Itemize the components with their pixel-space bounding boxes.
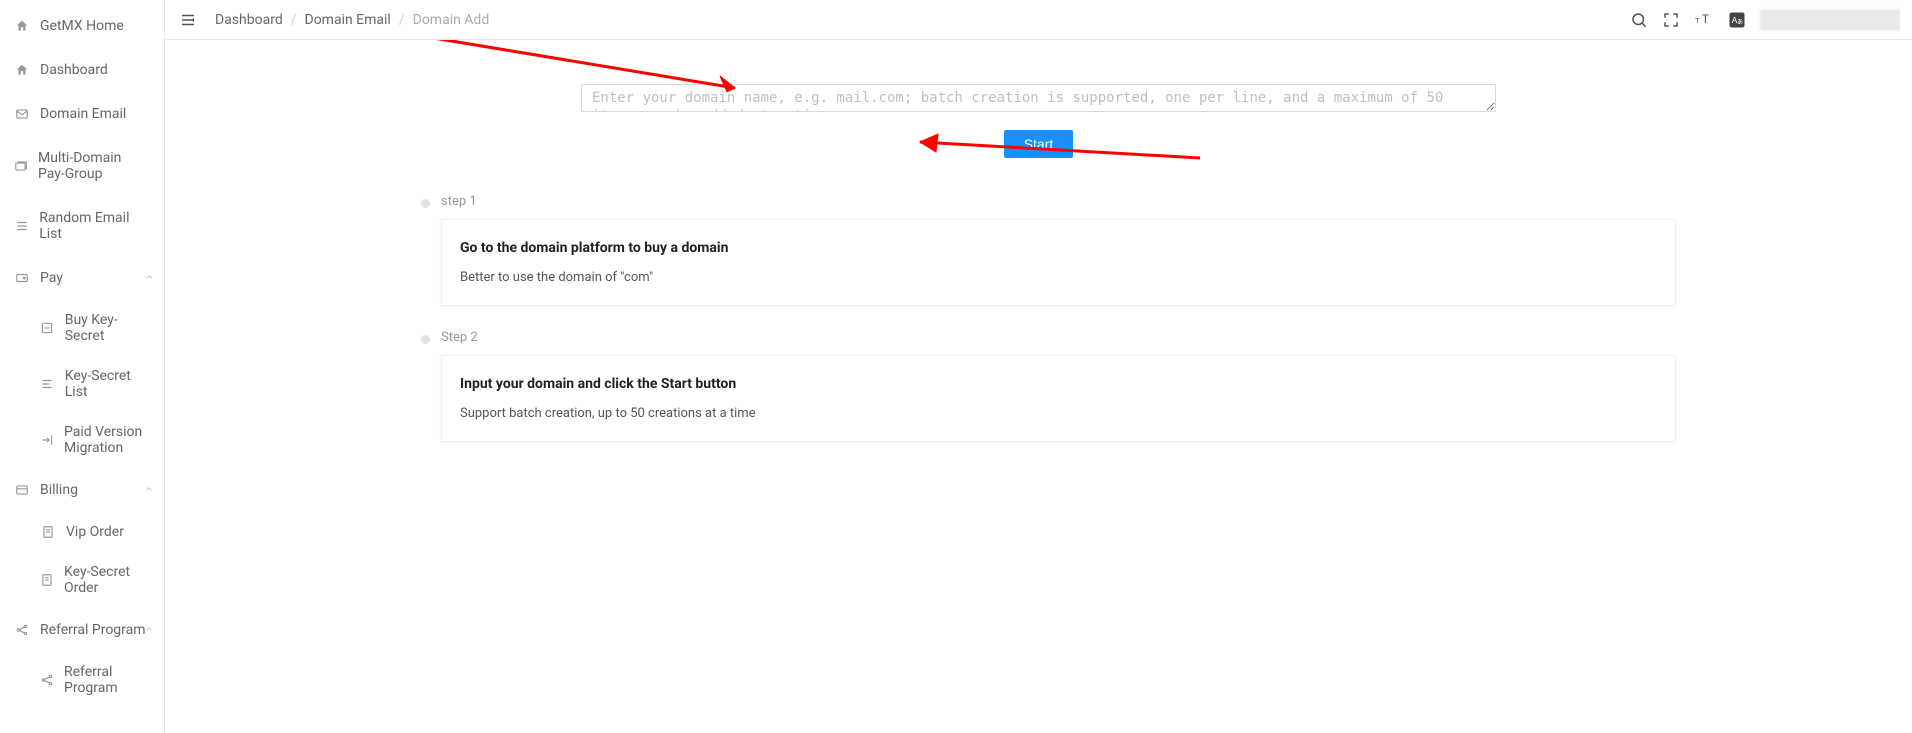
sidebar-item-label: Pay bbox=[40, 270, 63, 286]
sidebar-item-multi-domain[interactable]: Multi-Domain Pay-Group bbox=[0, 136, 164, 196]
sidebar-item-paid-migration[interactable]: Paid Version Migration bbox=[26, 412, 164, 468]
topbar: Dashboard / Domain Email / Domain Add TT… bbox=[165, 0, 1912, 40]
step-body: Better to use the domain of "com" bbox=[460, 270, 1657, 285]
migrate-icon bbox=[40, 432, 54, 448]
sidebar-item-domain-email[interactable]: Domain Email bbox=[0, 92, 164, 136]
sidebar-item-buy-key[interactable]: Buy Key-Secret bbox=[26, 300, 164, 356]
sidebar-item-key-list[interactable]: Key-Secret List bbox=[26, 356, 164, 412]
share-icon bbox=[40, 672, 54, 688]
step-title: Go to the domain platform to buy a domai… bbox=[460, 240, 1657, 256]
language-icon[interactable]: Aあ bbox=[1728, 11, 1746, 29]
breadcrumb: Dashboard / Domain Email / Domain Add bbox=[215, 12, 489, 28]
chevron-up-icon bbox=[144, 270, 154, 286]
sidebar-item-label: Key-Secret Order bbox=[64, 564, 150, 596]
key-buy-icon bbox=[40, 320, 55, 336]
home-icon bbox=[14, 62, 30, 78]
sidebar-item-label: Random Email List bbox=[39, 210, 150, 242]
main: Dashboard / Domain Email / Domain Add TT… bbox=[165, 0, 1912, 733]
sidebar-group-pay: Buy Key-Secret Key-Secret List Paid Vers… bbox=[0, 300, 164, 468]
key-list-icon bbox=[40, 376, 55, 392]
step-label: Step 2 bbox=[441, 330, 1676, 345]
step-1: step 1 Go to the domain platform to buy … bbox=[421, 194, 1676, 306]
user-info[interactable] bbox=[1760, 9, 1900, 31]
breadcrumb-dashboard[interactable]: Dashboard bbox=[215, 12, 283, 28]
share-icon bbox=[14, 622, 30, 638]
breadcrumb-separator: / bbox=[291, 12, 297, 28]
sidebar-item-label: Referral Program bbox=[64, 664, 150, 696]
sidebar-item-key-order[interactable]: Key-Secret Order bbox=[26, 552, 164, 608]
content: Start step 1 Go to the domain platform t… bbox=[165, 40, 1912, 733]
sidebar-item-label: Multi-Domain Pay-Group bbox=[38, 150, 150, 182]
sidebar-item-vip-order[interactable]: Vip Order bbox=[26, 512, 164, 552]
list-icon bbox=[14, 218, 29, 234]
sidebar-item-label: Domain Email bbox=[40, 106, 126, 122]
svg-text:T: T bbox=[1702, 12, 1710, 26]
step-card: Go to the domain platform to buy a domai… bbox=[441, 219, 1676, 306]
topbar-actions: TT Aあ bbox=[1630, 9, 1900, 31]
search-icon[interactable] bbox=[1630, 11, 1648, 29]
menu-toggle-icon[interactable] bbox=[179, 11, 197, 29]
font-size-icon[interactable]: TT bbox=[1694, 11, 1714, 29]
breadcrumb-current: Domain Add bbox=[413, 12, 490, 28]
sidebar-item-label: Vip Order bbox=[66, 524, 124, 540]
sidebar-item-label: Paid Version Migration bbox=[64, 424, 150, 456]
sidebar-item-pay[interactable]: Pay bbox=[0, 256, 164, 300]
start-button[interactable]: Start bbox=[1004, 130, 1074, 158]
svg-text:T: T bbox=[1695, 16, 1700, 25]
fullscreen-icon[interactable] bbox=[1662, 11, 1680, 29]
home-icon bbox=[14, 18, 30, 34]
step-2: Step 2 Input your domain and click the S… bbox=[421, 330, 1676, 442]
domain-input[interactable] bbox=[581, 84, 1496, 112]
step-body: Support batch creation, up to 50 creatio… bbox=[460, 406, 1657, 421]
sidebar-item-dashboard[interactable]: Dashboard bbox=[0, 48, 164, 92]
chevron-up-icon bbox=[144, 482, 154, 498]
sidebar-item-label: GetMX Home bbox=[40, 18, 124, 34]
steps: step 1 Go to the domain platform to buy … bbox=[421, 194, 1676, 442]
sidebar-group-billing: Vip Order Key-Secret Order bbox=[0, 512, 164, 608]
sidebar-item-home[interactable]: GetMX Home bbox=[0, 4, 164, 48]
svg-text:あ: あ bbox=[1737, 18, 1743, 25]
breadcrumb-domain-email[interactable]: Domain Email bbox=[305, 12, 391, 28]
sidebar-item-label: Billing bbox=[40, 482, 78, 498]
sidebar-item-label: Buy Key-Secret bbox=[65, 312, 150, 344]
chevron-up-icon bbox=[144, 622, 154, 638]
step-label: step 1 bbox=[441, 194, 1676, 209]
sidebar-item-referral-sub[interactable]: Referral Program bbox=[26, 652, 164, 708]
billing-icon bbox=[14, 482, 30, 498]
sidebar-item-billing[interactable]: Billing bbox=[0, 468, 164, 512]
sidebar-item-label: Key-Secret List bbox=[65, 368, 150, 400]
step-card: Input your domain and click the Start bu… bbox=[441, 355, 1676, 442]
order-icon bbox=[40, 524, 56, 540]
sidebar: GetMX Home Dashboard Domain Email Multi-… bbox=[0, 0, 165, 733]
wallet-icon bbox=[14, 270, 30, 286]
mail-icon bbox=[14, 106, 30, 122]
sidebar-group-referral: Referral Program bbox=[0, 652, 164, 708]
sidebar-item-label: Dashboard bbox=[40, 62, 108, 78]
breadcrumb-separator: / bbox=[399, 12, 405, 28]
sidebar-item-random-email[interactable]: Random Email List bbox=[0, 196, 164, 256]
sidebar-item-label: Referral Program bbox=[40, 622, 146, 638]
mail-stack-icon bbox=[14, 158, 28, 174]
sidebar-item-referral[interactable]: Referral Program bbox=[0, 608, 164, 652]
step-title: Input your domain and click the Start bu… bbox=[460, 376, 1657, 392]
order-icon bbox=[40, 572, 54, 588]
